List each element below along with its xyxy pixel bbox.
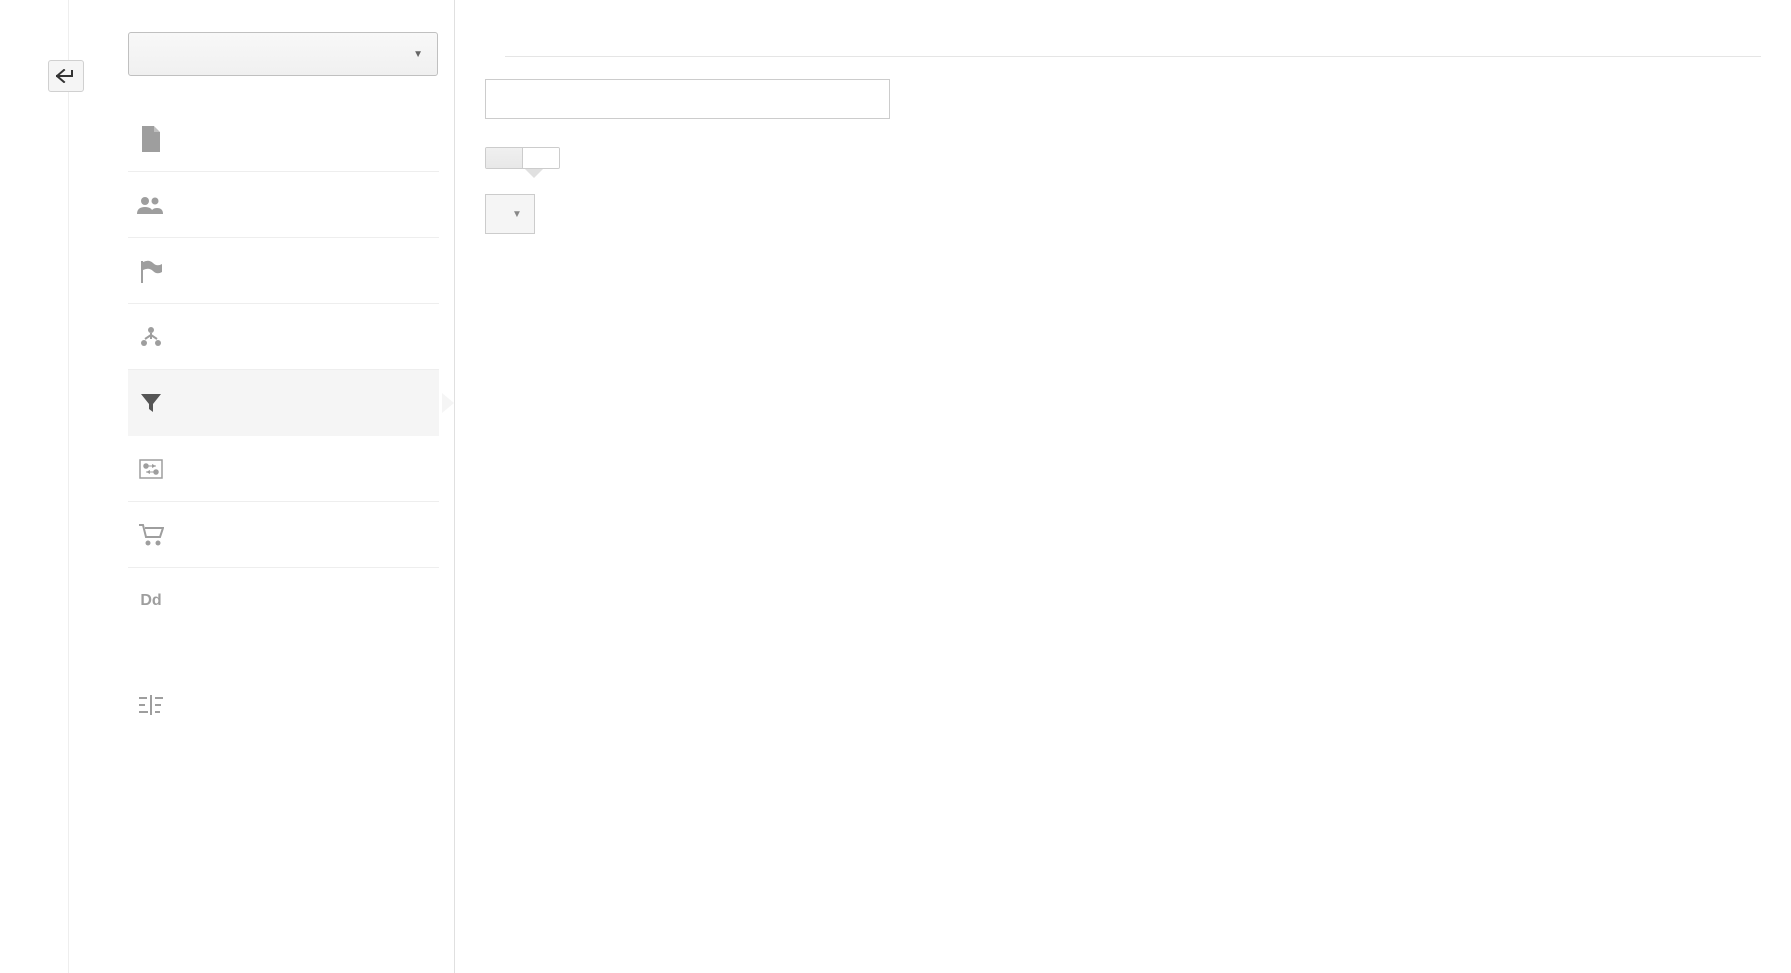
divider: [505, 56, 1761, 57]
cart-icon: [136, 520, 166, 550]
sidebar-item-view-settings[interactable]: [128, 106, 439, 172]
sidebar-item-ecommerce[interactable]: [128, 502, 439, 568]
tab-custom[interactable]: [523, 148, 559, 168]
flag-icon: [136, 256, 166, 286]
sidebar-item-calculated-metrics[interactable]: Dd: [128, 568, 439, 634]
caret-down-icon: ▼: [512, 209, 522, 220]
sidebar-item-channel-settings[interactable]: [128, 436, 439, 502]
divider: [68, 0, 69, 973]
metrics-icon: Dd: [136, 586, 166, 616]
back-button[interactable]: [48, 60, 84, 92]
filter-icon: [136, 388, 166, 418]
page-icon: [136, 124, 166, 154]
sidebar-item-content-grouping[interactable]: [128, 304, 439, 370]
view-selector[interactable]: ▼: [128, 32, 438, 76]
group-icon: [136, 322, 166, 352]
sidebar-item-segments[interactable]: [128, 672, 439, 738]
sidebar-item-user-management[interactable]: [128, 172, 439, 238]
segments-icon: [136, 690, 166, 720]
users-icon: [136, 190, 166, 220]
back-arrow-icon: [56, 69, 76, 83]
filter-type-tabs: [485, 147, 560, 169]
sidebar-item-goals[interactable]: [128, 238, 439, 304]
caret-down-icon: ▼: [413, 49, 423, 60]
dropdown-include[interactable]: ▼: [485, 194, 535, 234]
sidebar-item-filters[interactable]: [128, 370, 439, 436]
filter-name-input[interactable]: [485, 79, 890, 119]
channel-icon: [136, 454, 166, 484]
main-content: ▼: [455, 0, 1791, 973]
tab-indicator: [525, 169, 543, 178]
tab-predefined[interactable]: [486, 148, 523, 168]
